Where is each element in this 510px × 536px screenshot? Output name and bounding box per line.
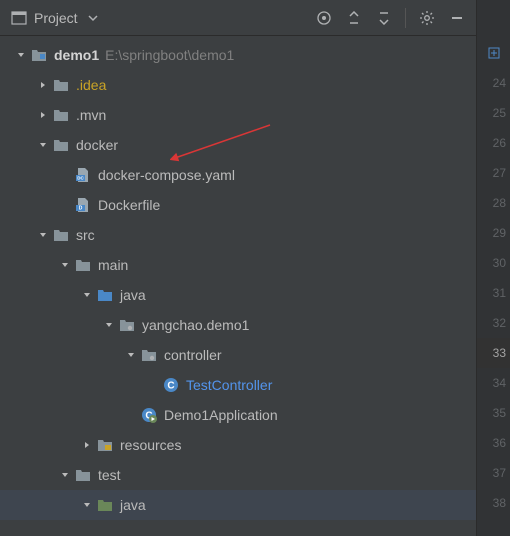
- chevron-down-icon[interactable]: [14, 48, 28, 62]
- chevron-down-icon[interactable]: [80, 288, 94, 302]
- node-label: docker: [76, 137, 118, 153]
- dockerfile-icon: D: [74, 197, 92, 213]
- tree-node-controller[interactable]: controller: [0, 340, 476, 370]
- expand-all-icon[interactable]: [345, 9, 363, 27]
- tree-node-demo1app[interactable]: C Demo1Application: [0, 400, 476, 430]
- node-label: test: [98, 467, 121, 483]
- tree-node-java[interactable]: java: [0, 280, 476, 310]
- gutter-line-number: 38: [477, 488, 510, 518]
- node-label: demo1: [54, 47, 99, 63]
- chevron-down-icon[interactable]: [102, 318, 116, 332]
- node-label: Dockerfile: [98, 197, 160, 213]
- node-label: .idea: [76, 77, 106, 93]
- gutter-line-number: 34: [477, 368, 510, 398]
- class-icon: C: [162, 377, 180, 393]
- chevron-right-icon[interactable]: [80, 438, 94, 452]
- folder-icon: [52, 227, 70, 243]
- gutter-line-number: 27: [477, 158, 510, 188]
- project-panel-title: Project: [34, 10, 78, 26]
- chevron-down-icon[interactable]: [58, 258, 72, 272]
- gutter-line-number: 24: [477, 68, 510, 98]
- node-label: Demo1Application: [164, 407, 278, 423]
- runnable-class-icon: C: [140, 407, 158, 423]
- gutter-line-number: 30: [477, 248, 510, 278]
- folder-icon: [74, 467, 92, 483]
- yaml-file-icon: DC: [74, 167, 92, 183]
- chevron-down-icon[interactable]: [124, 348, 138, 362]
- svg-text:DC: DC: [77, 176, 84, 181]
- node-label: docker-compose.yaml: [98, 167, 235, 183]
- chevron-down-icon[interactable]: [36, 138, 50, 152]
- node-label: yangchao.demo1: [142, 317, 249, 333]
- source-folder-icon: [96, 287, 114, 303]
- project-view-icon[interactable]: [10, 9, 28, 27]
- chevron-right-icon[interactable]: [36, 78, 50, 92]
- gutter-line-number: 29: [477, 218, 510, 248]
- gutter-line-number: 32: [477, 308, 510, 338]
- node-label: java: [120, 497, 146, 513]
- svg-text:D: D: [79, 206, 83, 212]
- node-label: TestController: [186, 377, 272, 393]
- folder-icon: [74, 257, 92, 273]
- node-label: resources: [120, 437, 181, 453]
- tree-node-idea[interactable]: .idea: [0, 70, 476, 100]
- gutter-marker-icon: [477, 38, 510, 68]
- tree-node-mvn[interactable]: .mvn: [0, 100, 476, 130]
- package-icon: [118, 317, 136, 333]
- select-opened-file-icon[interactable]: [315, 9, 333, 27]
- gutter-line-number: 31: [477, 278, 510, 308]
- collapse-all-icon[interactable]: [375, 9, 393, 27]
- chevron-down-icon[interactable]: [36, 228, 50, 242]
- node-label: .mvn: [76, 107, 106, 123]
- gutter-line-number: 28: [477, 188, 510, 218]
- chevron-down-icon[interactable]: [58, 468, 72, 482]
- node-label: controller: [164, 347, 222, 363]
- node-path: E:\springboot\demo1: [105, 47, 234, 63]
- svg-text:C: C: [167, 381, 174, 392]
- folder-icon: [52, 137, 70, 153]
- tree-node-main[interactable]: main: [0, 250, 476, 280]
- chevron-down-icon[interactable]: [80, 498, 94, 512]
- gutter-line-number: 26: [477, 128, 510, 158]
- tree-node-docker[interactable]: docker: [0, 130, 476, 160]
- gutter-line-number: 36: [477, 428, 510, 458]
- project-panel-header: Project: [0, 0, 476, 36]
- project-tree[interactable]: demo1 E:\springboot\demo1 .idea .mvn doc…: [0, 36, 476, 536]
- resources-folder-icon: [96, 437, 114, 453]
- test-source-folder-icon: [96, 497, 114, 513]
- minimize-icon[interactable]: [448, 9, 466, 27]
- tree-node-docker-compose[interactable]: DC docker-compose.yaml: [0, 160, 476, 190]
- tree-node-resources[interactable]: resources: [0, 430, 476, 460]
- folder-icon: [52, 107, 70, 123]
- folder-icon: [52, 77, 70, 93]
- separator: [405, 8, 406, 28]
- gear-icon[interactable]: [418, 9, 436, 27]
- gutter-line-number: 37: [477, 458, 510, 488]
- tree-node-src[interactable]: src: [0, 220, 476, 250]
- tree-node-dockerfile[interactable]: D Dockerfile: [0, 190, 476, 220]
- node-label: main: [98, 257, 128, 273]
- tree-node-test[interactable]: test: [0, 460, 476, 490]
- package-icon: [140, 347, 158, 363]
- module-folder-icon: [30, 47, 48, 63]
- tree-node-testcontroller[interactable]: C TestController: [0, 370, 476, 400]
- gutter-line-number: 25: [477, 98, 510, 128]
- node-label: src: [76, 227, 95, 243]
- dropdown-icon[interactable]: [84, 9, 102, 27]
- tree-node-test-java[interactable]: java: [0, 490, 476, 520]
- node-label: java: [120, 287, 146, 303]
- tree-node-package[interactable]: yangchao.demo1: [0, 310, 476, 340]
- tree-node-root[interactable]: demo1 E:\springboot\demo1: [0, 40, 476, 70]
- gutter-line-number: 33: [477, 338, 510, 368]
- editor-gutter: 242526272829303132333435363738: [477, 0, 510, 536]
- gutter-line-number: 35: [477, 398, 510, 428]
- chevron-right-icon[interactable]: [36, 108, 50, 122]
